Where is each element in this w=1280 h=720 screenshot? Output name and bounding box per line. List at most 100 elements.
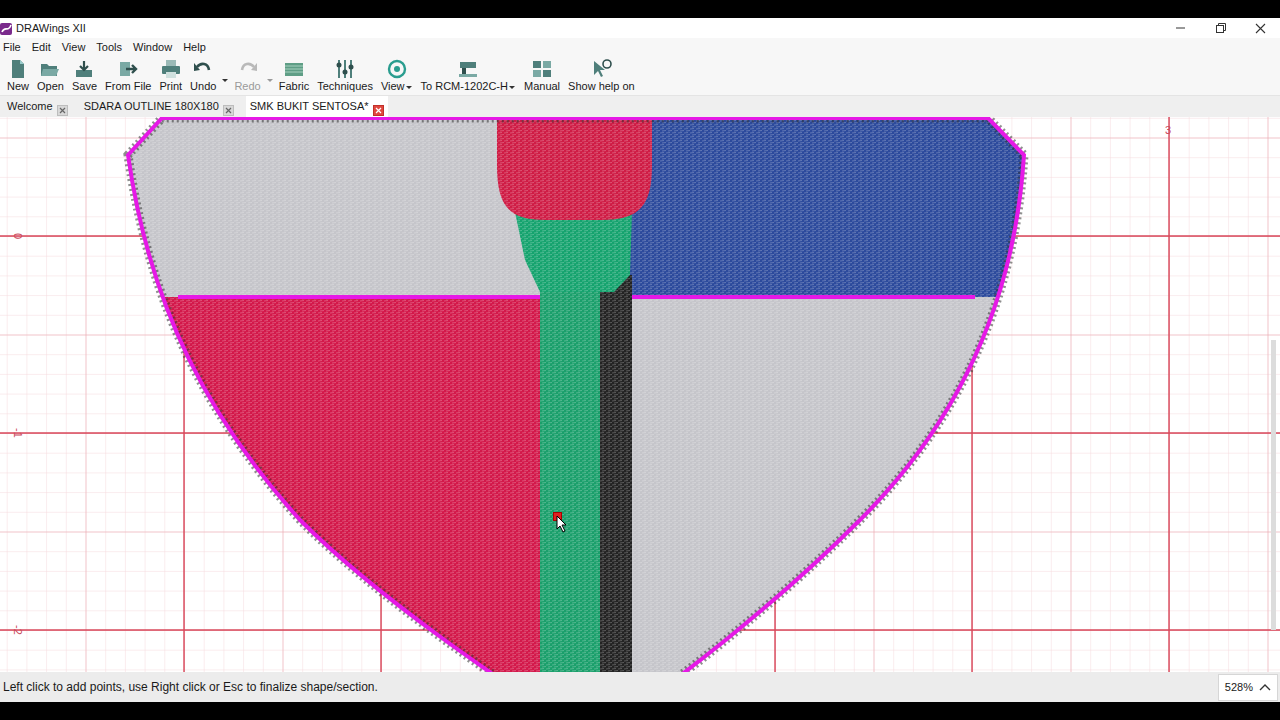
close-tab-icon[interactable] [373,101,384,112]
document-tabs: Welcome SDARA OUTLINE 180X180 SMK BUKIT SE… [0,96,1280,117]
help-pointer-icon [590,58,612,80]
letterbox-bottom [0,702,1280,720]
toolbar-label-row: To RCM-1202C-H [421,80,516,93]
outline-path[interactable] [128,118,1024,672]
toolbar-button: Redo [230,56,264,93]
mouse-cursor-icon [554,513,567,533]
toolbar-label: Fabric [279,80,310,93]
toolbar-button[interactable]: Print [155,56,186,93]
toolbar-group: Fabric [275,56,314,93]
document-tab[interactable]: Welcome [3,96,72,117]
menu-bar: FileEditViewToolsWindowHelp [0,38,1280,56]
menu-item[interactable]: View [59,39,91,55]
ruler-label: -1 [12,428,24,438]
printer-icon [160,58,182,80]
status-bar: Left click to add points, use Right clic… [0,672,1280,702]
toolbar-label-row: Fabric [279,80,310,93]
undo-icon [192,58,214,80]
toolbar-button[interactable]: Techniques [313,56,377,93]
menu-item[interactable]: Edit [29,39,56,55]
toolbar-label: From File [105,80,151,93]
document-tab[interactable]: SDARA OUTLINE 180X180 [80,96,238,117]
window-title: DRAWings XII [16,20,86,37]
toolbar-group: Techniques [313,56,377,93]
toolbar-label-row: Show help on [568,80,635,93]
toolbar-label-row: From File [105,80,151,93]
toolbar-group: Show help on [564,56,639,93]
toolbar-button[interactable]: View [377,56,417,93]
toolbar-label: Undo [190,80,216,93]
new-document-icon [7,58,29,80]
restore-icon [1214,20,1227,37]
view-icon [386,58,408,80]
toolbar-group: To RCM-1202C-H [417,56,520,93]
close-tab-icon[interactable] [223,101,234,112]
toolbar-label: Manual [524,80,560,93]
toolbar-button[interactable]: Open [33,56,68,93]
toolbar-button[interactable]: From File [101,56,155,93]
letterbox-top [0,0,1280,18]
toolbar-group: Open [33,56,68,93]
close-button[interactable] [1240,18,1280,38]
toolbar-label: Open [37,80,64,93]
zoom-value: 528% [1225,679,1253,696]
tab-label: SDARA OUTLINE 180X180 [84,98,219,115]
toolbar-button[interactable]: To RCM-1202C-H [417,56,520,93]
save-icon [73,58,95,80]
toolbar-label-row: Print [159,80,182,93]
toolbar-label-row: Save [72,80,97,93]
manual-icon [531,58,553,80]
chevron-up-icon [1259,679,1271,696]
close-tab-icon[interactable] [57,101,68,112]
toolbar-label: To RCM-1202C-H [421,80,508,93]
minimize-icon [1174,20,1187,37]
toolbar-group: Save [68,56,101,93]
open-folder-icon [39,58,61,80]
toolbar-group: New [3,56,33,93]
machine-icon [457,58,479,80]
toolbar-button[interactable]: Show help on [564,56,639,93]
toolbar-label-row: Manual [524,80,560,93]
toolbar-button[interactable]: Save [68,56,101,93]
fabric-icon [283,58,305,80]
menu-item[interactable]: Window [130,39,177,55]
from-file-icon [117,58,139,80]
dropdown-arrow-icon [221,68,229,92]
embroidery-design[interactable] [100,117,1100,672]
toolbar-label: Show help on [568,80,635,93]
tab-label: Welcome [7,98,53,115]
toolbar-button[interactable]: New [3,56,33,93]
close-icon [1254,20,1267,37]
zoom-control[interactable]: 528% [1218,674,1278,701]
dropdown-arrow-icon [266,68,274,92]
toolbar-label: Print [159,80,182,93]
dropdown-button[interactable] [220,56,230,96]
toolbar-group: Manual [520,56,564,93]
app-logo-icon [0,19,13,36]
toolbar-label: Save [72,80,97,93]
toolbar-group: From File [101,56,155,93]
ruler-label: -2 [12,625,24,635]
ruler-label: 3 [1165,124,1171,136]
menu-item[interactable]: Tools [93,39,127,55]
dropdown-arrow-icon [405,80,413,93]
toolbar-label: Techniques [317,80,373,93]
toolbar-label-row: Techniques [317,80,373,93]
restore-button[interactable] [1200,18,1240,38]
toolbar-label-row: Redo [234,80,260,93]
toolbar-label: Redo [234,80,260,93]
minimize-button[interactable] [1160,18,1200,38]
toolbar-label-row: View [381,80,413,93]
menu-item[interactable]: Help [180,39,211,55]
document-tab[interactable]: SMK BUKIT SENTOSA* [246,96,388,117]
toolbar-group: Redo [230,56,274,96]
toolbar-button[interactable]: Fabric [275,56,314,93]
title-bar: DRAWings XII [0,18,1280,38]
menu-item[interactable]: File [0,39,26,55]
status-hint: Left click to add points, use Right clic… [3,678,378,696]
design-canvas[interactable]: 0-1-23 [0,117,1280,672]
toolbar-button[interactable]: Undo [186,56,220,93]
toolbar-button[interactable]: Manual [520,56,564,93]
toolbar: New Open Save From File Print Undo Redo Fabric T… [0,56,1280,96]
toolbar-group: Print [155,56,186,93]
